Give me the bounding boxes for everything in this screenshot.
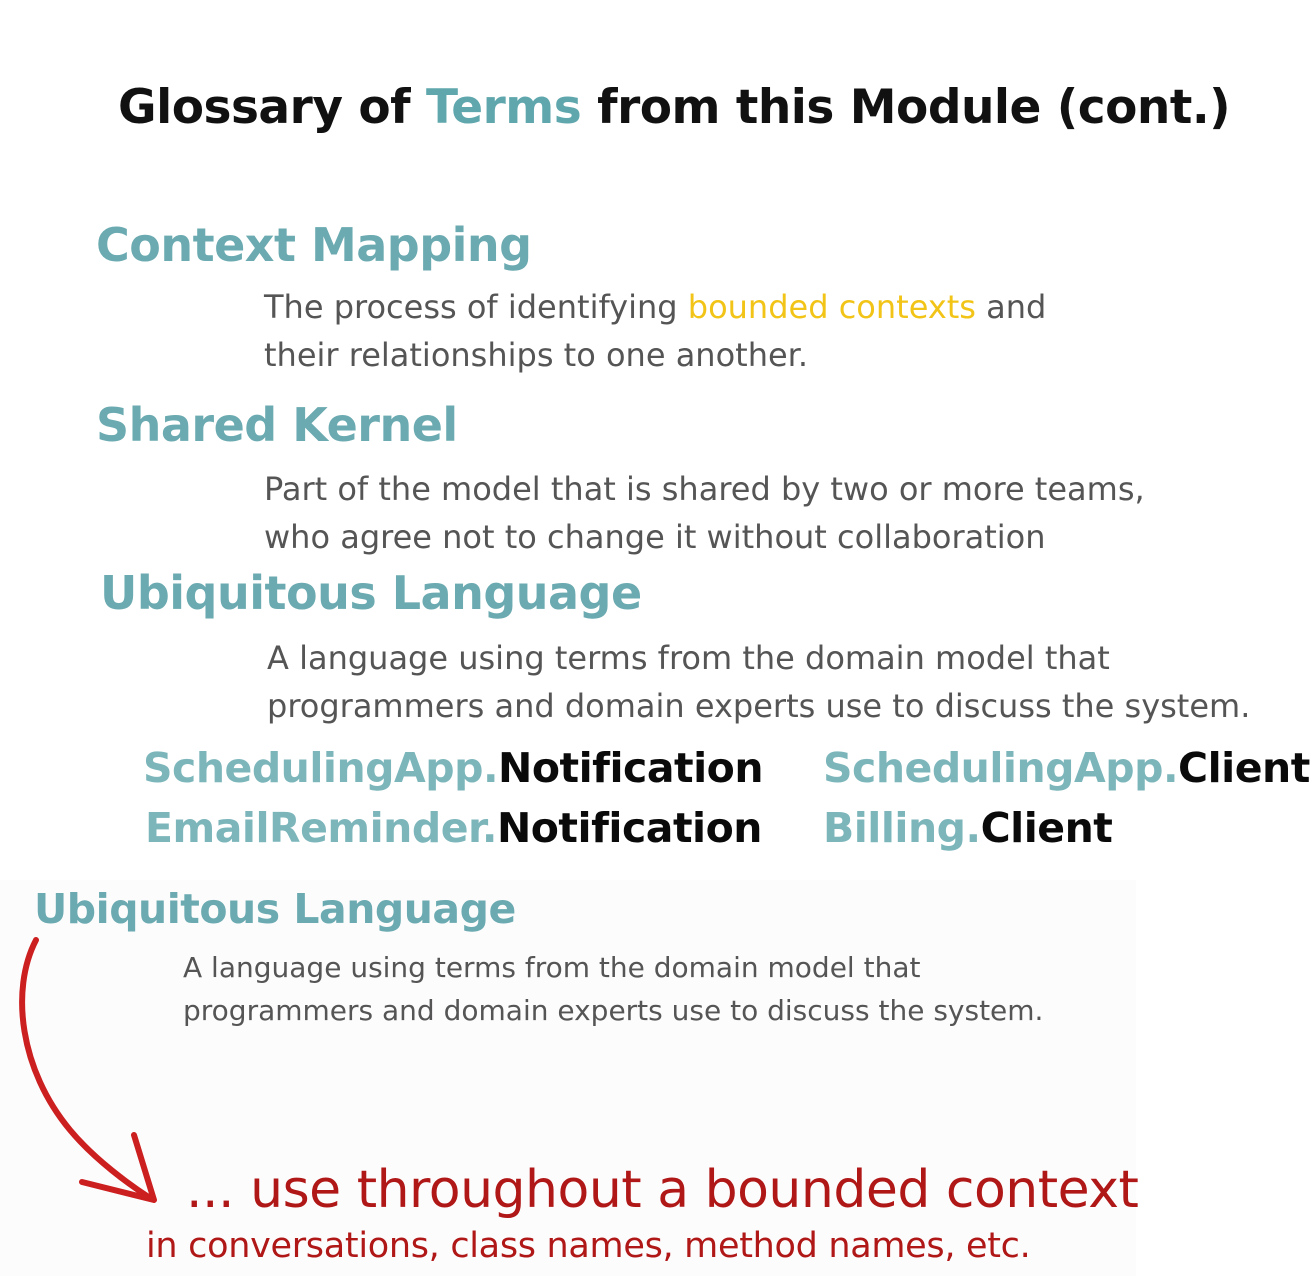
definition-line: A language using terms from the domain m… [183, 951, 921, 984]
definition-line: programmers and domain experts use to di… [183, 994, 1044, 1027]
bounded-contexts-highlight: bounded contexts [687, 288, 976, 326]
overlay-right-strip [1136, 880, 1316, 1276]
definition-context-mapping: The process of identifying bounded conte… [264, 283, 1046, 379]
definition-line: programmers and domain experts use to di… [267, 687, 1251, 725]
example-class: Client [1178, 744, 1310, 792]
example-scheduling-notification: SchedulingApp.Notification [143, 744, 764, 792]
title-part1: Glossary of [118, 80, 426, 135]
definition-ubiquitous-language: A language using terms from the domain m… [267, 634, 1250, 730]
title-highlight: Terms [425, 80, 582, 135]
definition-line: who agree not to change it without colla… [264, 518, 1046, 556]
page-title: Glossary of Terms from this Module (cont… [118, 80, 1231, 135]
definition-line: Part of the model that is shared by two … [264, 470, 1145, 508]
definition-text: The process of identifying [264, 288, 688, 326]
overlay-definition: A language using terms from the domain m… [183, 946, 1043, 1032]
example-namespace: SchedulingApp. [823, 744, 1179, 792]
overlay-term-ubiquitous-language: Ubiquitous Language [34, 885, 516, 933]
definition-line: A language using terms from the domain m… [267, 639, 1110, 677]
title-part2: from this Module (cont.) [581, 80, 1231, 135]
example-namespace: SchedulingApp. [143, 744, 499, 792]
example-scheduling-client: SchedulingApp.Client [823, 744, 1310, 792]
example-namespace: Billing. [823, 804, 981, 852]
definition-shared-kernel: Part of the model that is shared by two … [264, 465, 1145, 561]
example-email-notification: EmailReminder.Notification [145, 804, 762, 852]
callout-sub: in conversations, class names, method na… [146, 1226, 1031, 1266]
curved-arrow-icon [19, 937, 157, 1203]
example-namespace: EmailReminder. [145, 804, 497, 852]
example-billing-client: Billing.Client [823, 804, 1113, 852]
example-class: Client [980, 804, 1113, 852]
term-context-mapping: Context Mapping [96, 218, 532, 272]
callout-main: ... use throughout a bounded context [186, 1160, 1139, 1220]
term-ubiquitous-language: Ubiquitous Language [100, 566, 642, 620]
example-class: Notification [496, 804, 763, 852]
example-class: Notification [498, 744, 764, 792]
definition-text: and [975, 288, 1047, 326]
definition-line: their relationships to one another. [264, 336, 809, 374]
term-shared-kernel: Shared Kernel [96, 398, 458, 452]
